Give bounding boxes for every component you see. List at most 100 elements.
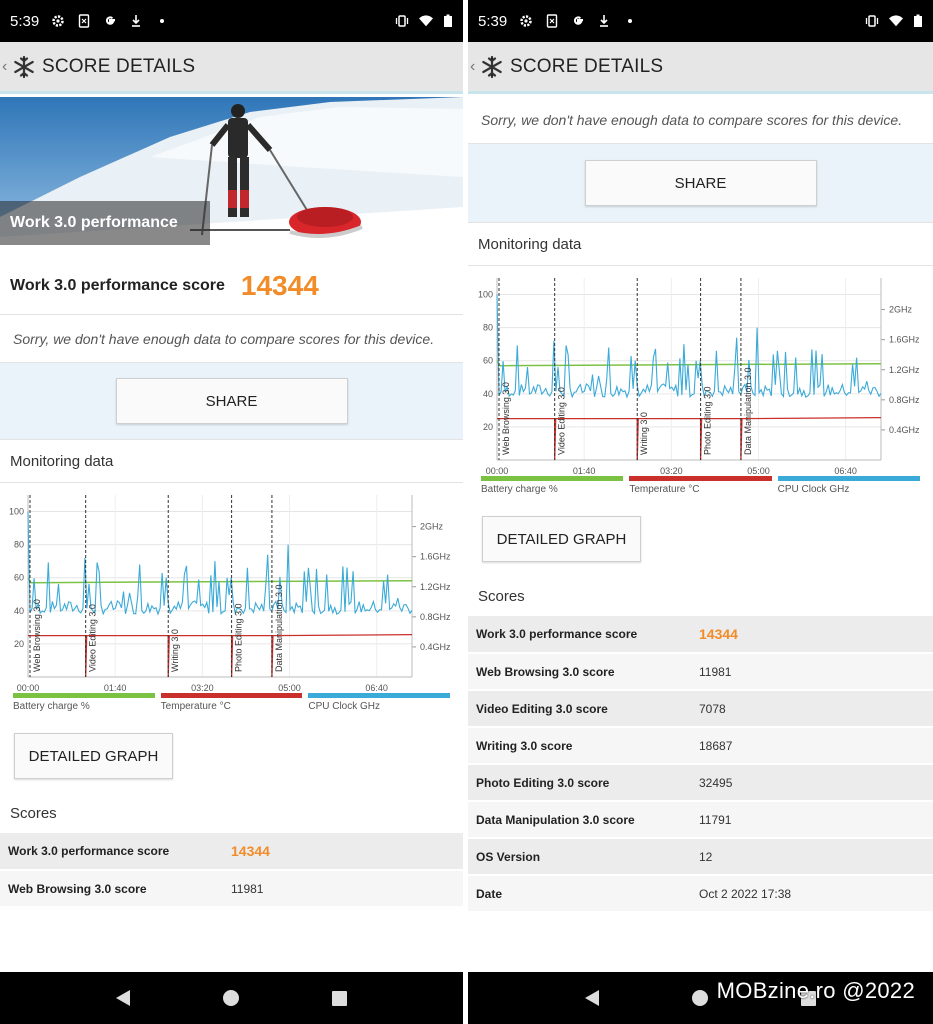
settings-icon	[52, 15, 64, 27]
nav-recents-icon[interactable]	[331, 990, 347, 1006]
detailed-graph-button[interactable]: DETAILED GRAPH	[482, 516, 641, 562]
scores-table: Work 3.0 performance score 14344 Web Bro…	[468, 616, 933, 913]
segment-label: Data Manipulation 3.0	[274, 584, 284, 672]
segment-label: Video Editing 3.0	[557, 387, 567, 455]
notification-dot-icon	[628, 19, 633, 23]
compare-note: Sorry, we don't have enough data to comp…	[468, 97, 933, 144]
score-value: 18687	[699, 727, 933, 765]
score-value: 11981	[231, 870, 463, 908]
y-right-tick-label: 0.4GHz	[889, 425, 920, 435]
vibrate-icon	[865, 15, 879, 27]
score-value: 14344	[699, 616, 933, 654]
download-icon	[600, 15, 609, 27]
legend-battery-label: Battery charge %	[481, 484, 558, 495]
x-tick-label: 00:00	[17, 683, 40, 693]
segment-label: Photo Editing 3.0	[234, 603, 244, 672]
snowflake-logo-icon	[482, 55, 502, 78]
chart-legend: Battery charge % Temperature °C CPU Cloc…	[468, 476, 933, 502]
legend-battery: Battery charge %	[13, 693, 155, 719]
legend-battery: Battery charge %	[481, 476, 624, 502]
x-tick-label: 01:40	[573, 466, 596, 476]
table-row: Video Editing 3.0 score 7078	[468, 690, 933, 728]
back-chevron-icon[interactable]: ‹	[2, 58, 12, 76]
x-tick-label: 05:00	[278, 683, 301, 693]
score-value: 14344	[231, 833, 463, 871]
table-row: Photo Editing 3.0 score 32495	[468, 764, 933, 802]
right-phone-screen: 5:39 ‹ SCORE DETAILS Sorry, we don't hav…	[468, 0, 933, 1024]
segment-label: Data Manipulation 3.0	[743, 367, 753, 455]
x-tick-label: 01:40	[104, 683, 127, 693]
score-key: Video Editing 3.0 score	[468, 690, 699, 728]
table-row: Data Manipulation 3.0 score 11791	[468, 801, 933, 839]
detailed-graph-section: DETAILED GRAPH	[0, 719, 463, 793]
score-key: Work 3.0 performance score	[0, 833, 231, 871]
battery-icon	[914, 14, 922, 27]
nav-home-icon[interactable]	[691, 990, 708, 1006]
chart-legend: Battery charge % Temperature °C CPU Cloc…	[0, 693, 463, 719]
screenshot-notification-icon	[79, 14, 90, 28]
score-key: Web Browsing 3.0 score	[0, 870, 231, 908]
y-right-tick-label: 0.8GHz	[420, 612, 451, 622]
legend-temperature: Temperature °C	[160, 693, 303, 719]
vibrate-icon	[395, 15, 409, 27]
share-section: SHARE	[0, 363, 463, 439]
x-tick-label: 06:40	[365, 683, 388, 693]
scores-title: Scores	[10, 804, 57, 822]
overall-score-label: Work 3.0 performance score	[10, 276, 225, 294]
y-left-tick-label: 40	[14, 606, 24, 616]
x-tick-label: 03:20	[660, 466, 683, 476]
table-row: Web Browsing 3.0 score 11981	[468, 653, 933, 691]
snowflake-logo-icon	[14, 55, 34, 78]
compare-note: Sorry, we don't have enough data to comp…	[0, 315, 463, 363]
legend-cpu-label: CPU Clock GHz	[777, 484, 850, 495]
status-time: 5:39	[478, 12, 508, 30]
page-title: SCORE DETAILS	[510, 55, 664, 77]
y-right-tick-label: 1.6GHz	[420, 552, 451, 562]
score-key: Photo Editing 3.0 score	[468, 764, 699, 802]
y-right-tick-label: 1.2GHz	[420, 582, 451, 592]
score-key: Data Manipulation 3.0 score	[468, 801, 699, 839]
score-value: 11791	[699, 801, 933, 839]
content-scroll[interactable]: Work 3.0 performance Work 3.0 performanc…	[0, 97, 463, 972]
y-left-tick-label: 20	[483, 422, 493, 432]
score-key: Web Browsing 3.0 score	[468, 653, 699, 691]
y-right-tick-label: 2GHz	[889, 305, 913, 315]
back-chevron-icon[interactable]: ‹	[470, 58, 480, 76]
detailed-graph-section: DETAILED GRAPH	[468, 502, 933, 576]
overall-score-value: 14344	[240, 269, 319, 301]
table-row: Work 3.0 performance score 14344	[468, 616, 933, 654]
share-button[interactable]: SHARE	[115, 378, 348, 424]
nav-back-icon[interactable]	[116, 990, 131, 1006]
score-value: 7078	[699, 690, 933, 728]
download-icon	[132, 15, 141, 27]
wifi-icon	[419, 15, 433, 27]
scores-table: Work 3.0 performance score 14344 Web Bro…	[0, 833, 463, 908]
share-button[interactable]: SHARE	[584, 160, 817, 206]
table-row: Web Browsing 3.0 score 11981	[0, 870, 463, 908]
detailed-graph-button[interactable]: DETAILED GRAPH	[14, 733, 173, 779]
y-right-tick-label: 1.2GHz	[889, 365, 920, 375]
table-row: Writing 3.0 score 18687	[468, 727, 933, 765]
x-tick-label: 00:00	[486, 466, 509, 476]
legend-battery-label: Battery charge %	[13, 701, 90, 712]
google-icon	[106, 16, 116, 25]
status-time: 5:39	[10, 12, 40, 30]
page-title: SCORE DETAILS	[42, 55, 196, 77]
screenshot-notification-icon	[547, 14, 558, 28]
y-left-tick-label: 60	[483, 356, 493, 366]
share-section: SHARE	[468, 144, 933, 222]
navigation-bar	[0, 972, 463, 1024]
score-key: Work 3.0 performance score	[468, 616, 699, 654]
monitoring-title: Monitoring data	[0, 439, 463, 483]
legend-temperature: Temperature °C	[629, 476, 772, 502]
nav-back-icon[interactable]	[584, 990, 599, 1006]
x-tick-label: 06:40	[834, 466, 857, 476]
legend-cpu: CPU Clock GHz	[777, 476, 920, 502]
watermark: MOBzine.ro @2022	[716, 978, 915, 1003]
legend-cpu: CPU Clock GHz	[308, 693, 451, 719]
content-scroll[interactable]: Sorry, we don't have enough data to comp…	[468, 97, 933, 972]
wifi-icon	[889, 15, 903, 27]
y-left-tick-label: 100	[9, 507, 24, 517]
monitoring-chart: 20 40 60 80 100 0.4GHz 0.8GHz 1.2GHz 1.6GHz 2GHz 0…	[468, 266, 933, 476]
nav-home-icon[interactable]	[222, 990, 239, 1006]
